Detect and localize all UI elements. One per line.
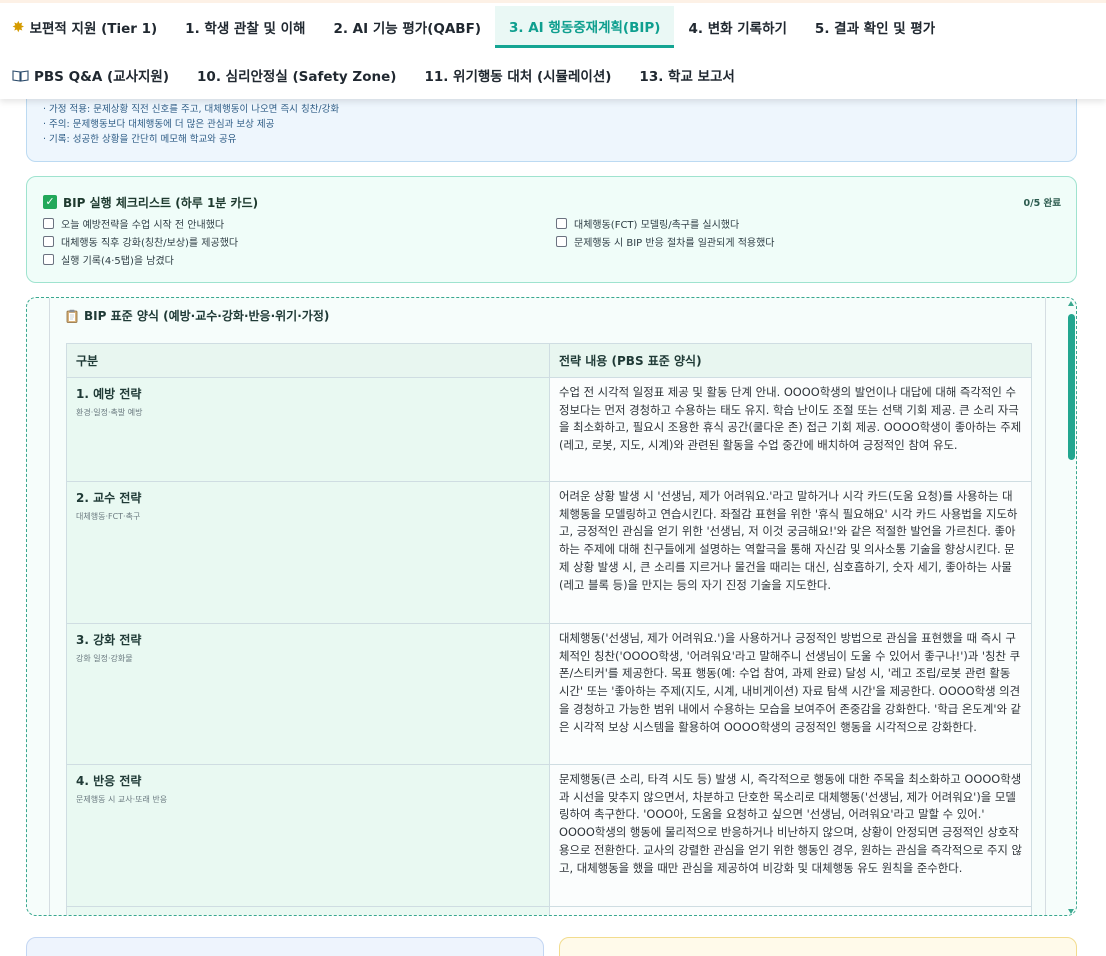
category-cell: 2. 교수 전략 대체행동·FCT·촉구	[66, 481, 550, 624]
column-header-content: 전략 내용 (PBS 표준 양식)	[549, 343, 1032, 378]
checklist-item-prevention[interactable]: 오늘 예방전략을 수업 시작 전 안내했다	[43, 216, 556, 231]
nav-row-1: ✸ 보편적 지원 (Tier 1) 1. 학생 관찰 및 이해 2. AI 기능…	[0, 6, 949, 48]
scrollbar[interactable]	[1066, 298, 1076, 915]
checklist-title-text: BIP 실행 체크리스트 (하루 1분 카드)	[63, 195, 259, 210]
table-row: 1. 예방 전략 환경·일정·촉발 예방 수업 전 시각적 일정표 제공 및 활…	[66, 377, 1032, 482]
table-row: 2. 교수 전략 대체행동·FCT·촉구 어려운 상황 발생 시 '선생님, 제…	[66, 481, 1032, 624]
tab-change-record[interactable]: 4. 변화 기록하기	[674, 6, 800, 48]
tab-label: 13. 학교 보고서	[639, 69, 735, 85]
checkbox[interactable]	[43, 253, 54, 265]
bottom-left-card	[26, 937, 544, 956]
checklist-progress: 0/5 완료	[1023, 198, 1061, 209]
category-name: 4. 반응 전략	[76, 774, 142, 788]
checklist-item-label: 대체행동 직후 강화(칭찬/보상)를 제공했다	[61, 237, 239, 249]
bip-standard-form-panel[interactable]: BIP 표준 양식 (예방·교수·강화·반응·위기·가정) 구분 전략 내용 (…	[26, 297, 1077, 916]
checklist-item-fct[interactable]: 대체행동(FCT) 모델링/촉구를 실시했다	[556, 216, 1056, 231]
category-name: 2. 교수 전략	[76, 491, 142, 505]
tab-label: 3. AI 행동중재계획(BIP)	[509, 19, 661, 36]
strategy-text[interactable]: 수업 전 시각적 일정표 제공 및 활동 단계 안내. OOOO학생의 발언이나…	[549, 377, 1032, 482]
strategy-text[interactable]: 어려운 상황 발생 시 '선생님, 제가 어려워요.'라고 말하거나 시각 카드…	[549, 481, 1032, 624]
tab-label: 10. 심리안정실 (Safety Zone)	[197, 69, 397, 85]
tab-pbs-qa[interactable]: PBS Q&A (교사지원)	[0, 54, 183, 96]
category-cell: 3. 강화 전략 강화 일정·강화물	[66, 623, 550, 765]
checkbox[interactable]	[43, 235, 54, 247]
category-subtitle: 환경·일정·촉발 예방	[76, 408, 143, 417]
tab-label: 보편적 지원 (Tier 1)	[29, 21, 158, 37]
checklist-item-response[interactable]: 문제행동 시 BIP 반응 절차를 일관되게 적용했다	[556, 234, 1056, 249]
checkbox[interactable]	[556, 217, 567, 229]
checkbox[interactable]	[556, 235, 567, 247]
checkbox[interactable]	[43, 217, 54, 229]
checklist-item-label: 오늘 예방전략을 수업 시작 전 안내했다	[61, 219, 225, 231]
main-navigation: ✸ 보편적 지원 (Tier 1) 1. 학생 관찰 및 이해 2. AI 기능…	[0, 0, 1106, 99]
checkmark-icon: ✓	[43, 195, 57, 209]
checklist-item-label: 대체행동(FCT) 모델링/촉구를 실시했다	[574, 219, 740, 231]
category-subtitle: 문제행동 시 교사·또래 반응	[76, 795, 168, 804]
category-name: 1. 예방 전략	[76, 387, 142, 401]
tab-ai-bip[interactable]: 3. AI 행동중재계획(BIP)	[495, 6, 675, 48]
sparkle-icon: ✸	[12, 18, 25, 36]
category-subtitle: 대체행동·FCT·촉구	[76, 512, 141, 521]
tip-line: · 가정 적용: 문제상황 직전 신호를 주고, 대체행동이 나오면 즉시 칭찬…	[43, 104, 340, 115]
checklist-item-record[interactable]: 실행 기록(4·5탭)을 남겼다	[43, 252, 556, 267]
tab-result-evaluation[interactable]: 5. 결과 확인 및 평가	[801, 6, 949, 48]
tab-label: 2. AI 기능 평가(QABF)	[333, 21, 481, 37]
category-cell: 1. 예방 전략 환경·일정·촉발 예방	[66, 377, 550, 482]
category-name: 3. 강화 전략	[76, 633, 142, 647]
tip-line: · 기록: 성공한 상황을 간단히 메모해 학교와 공유	[43, 134, 237, 145]
bip-form-sheet: BIP 표준 양식 (예방·교수·강화·반응·위기·가정) 구분 전략 내용 (…	[49, 298, 1046, 915]
tab-school-report[interactable]: 13. 학교 보고서	[625, 54, 748, 96]
scrollbar-thumb[interactable]	[1068, 314, 1075, 460]
category-cell	[66, 906, 550, 915]
tab-student-observation[interactable]: 1. 학생 관찰 및 이해	[171, 6, 319, 48]
category-cell: 4. 반응 전략 문제행동 시 교사·또래 반응	[66, 764, 550, 907]
book-icon	[12, 69, 29, 82]
strategy-text[interactable]: 대체행동('선생님, 제가 어려워요.')을 사용하거나 긍정적인 방법으로 관…	[549, 623, 1032, 765]
scroll-up-arrow-icon[interactable]	[1068, 301, 1074, 306]
strategy-text[interactable]: 문제행동(큰 소리, 타격 시도 등) 발생 시, 즉각적으로 행동에 대한 주…	[549, 764, 1032, 907]
checklist-item-reinforcement[interactable]: 대체행동 직후 강화(칭찬/보상)를 제공했다	[43, 234, 556, 249]
nav-row-2: PBS Q&A (교사지원) 10. 심리안정실 (Safety Zone) 1…	[0, 54, 749, 96]
tip-line: · 주의: 문제행동보다 대체행동에 더 많은 관심과 보상 제공	[43, 119, 275, 130]
bip-checklist-card: ✓ BIP 실행 체크리스트 (하루 1분 카드) 0/5 완료 오늘 예방전략…	[26, 176, 1077, 283]
bottom-right-card	[559, 937, 1077, 956]
checklist-item-label: 문제행동 시 BIP 반응 절차를 일관되게 적용했다	[574, 237, 775, 249]
tab-crisis-simulation[interactable]: 11. 위기행동 대처 (시뮬레이션)	[410, 54, 625, 96]
table-header-row: 구분 전략 내용 (PBS 표준 양식)	[66, 343, 1032, 378]
checklist-item-label: 실행 기록(4·5탭)을 남겼다	[61, 255, 174, 267]
category-subtitle: 강화 일정·강화물	[76, 654, 133, 663]
table-row	[66, 906, 1032, 915]
page-content: · 가정 적용: 문제상황 직전 신호를 주고, 대체행동이 나오면 즉시 칭찬…	[0, 0, 1106, 956]
tab-label: 5. 결과 확인 및 평가	[814, 21, 936, 37]
clipboard-icon	[66, 309, 78, 323]
tab-label: 1. 학생 관찰 및 이해	[185, 21, 306, 37]
tab-label: PBS Q&A (교사지원)	[34, 69, 170, 85]
tab-ai-qabf[interactable]: 2. AI 기능 평가(QABF)	[319, 6, 495, 48]
tab-label: 11. 위기행동 대처 (시뮬레이션)	[424, 69, 612, 85]
scroll-down-arrow-icon[interactable]	[1068, 909, 1074, 914]
tab-safety-zone[interactable]: 10. 심리안정실 (Safety Zone)	[183, 54, 410, 96]
table-row: 4. 반응 전략 문제행동 시 교사·또래 반응 문제행동(큰 소리, 타격 시…	[66, 764, 1032, 907]
checklist-title: ✓ BIP 실행 체크리스트 (하루 1분 카드)	[43, 194, 258, 211]
table-row: 3. 강화 전략 강화 일정·강화물 대체행동('선생님, 제가 어려워요.')…	[66, 623, 1032, 765]
bip-strategy-table: 구분 전략 내용 (PBS 표준 양식) 1. 예방 전략 환경·일정·촉발 예…	[66, 343, 1032, 915]
bip-form-title: BIP 표준 양식 (예방·교수·강화·반응·위기·가정)	[66, 307, 329, 324]
tab-tier1-universal-support[interactable]: ✸ 보편적 지원 (Tier 1)	[0, 6, 171, 48]
bip-form-title-text: BIP 표준 양식 (예방·교수·강화·반응·위기·가정)	[84, 309, 330, 323]
column-header-category: 구분	[66, 343, 550, 378]
strategy-text	[549, 906, 1032, 915]
tab-label: 4. 변화 기록하기	[688, 21, 787, 37]
